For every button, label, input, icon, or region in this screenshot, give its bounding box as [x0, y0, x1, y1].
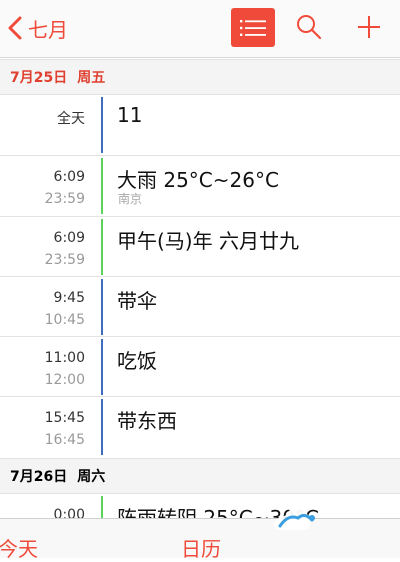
plus-icon	[358, 16, 380, 38]
event-title: 带东西	[117, 409, 177, 433]
event-start-time: 全天	[57, 111, 85, 127]
navigation-bar: 七月	[0, 0, 400, 58]
event-color-bar	[101, 279, 103, 335]
event-row[interactable]: 9:45 10:45 带伞	[0, 277, 400, 337]
bottom-toolbar: 今天 日历	[0, 518, 400, 561]
day-header-date: 7月26日	[10, 469, 68, 485]
event-color-bar	[101, 339, 103, 395]
event-row[interactable]: 11:00 12:00 吃饭	[0, 337, 400, 397]
day-header: 7月26日 周六	[0, 458, 400, 494]
event-title: 吃饭	[117, 349, 157, 373]
event-end-time: 10:45	[44, 312, 85, 328]
event-title: 大雨 25°C~26°C	[117, 168, 279, 192]
event-row[interactable]: 6:09 23:59 大雨 25°C~26°C 南京	[0, 156, 400, 216]
event-row[interactable]: 全天 11	[0, 95, 400, 155]
event-end-time: 12:00	[44, 372, 85, 388]
search-button[interactable]	[296, 14, 322, 44]
event-start-time: 6:09	[53, 169, 85, 185]
event-end-time: 23:59	[44, 252, 85, 268]
back-label: 七月	[28, 17, 68, 42]
day-header-weekday: 周六	[77, 469, 106, 485]
event-color-bar	[101, 158, 103, 214]
list-view-button[interactable]	[231, 8, 275, 47]
event-color-bar	[101, 219, 103, 275]
event-start-time: 15:45	[44, 410, 85, 426]
event-location: 南京	[118, 192, 143, 206]
event-color-bar	[101, 97, 103, 153]
event-end-time: 16:45	[44, 432, 85, 448]
day-header-date: 7月25日	[10, 70, 68, 86]
event-start-time: 6:09	[53, 230, 85, 246]
event-color-bar	[101, 399, 103, 455]
event-row[interactable]: 6:09 23:59 甲午(马)年 六月廿九	[0, 217, 400, 277]
event-end-time: 23:59	[44, 191, 85, 207]
cloud-icon	[274, 508, 315, 530]
event-title: 带伞	[117, 289, 157, 313]
event-start-time: 11:00	[44, 350, 85, 366]
back-button[interactable]: 七月	[8, 12, 68, 44]
event-title: 甲午(马)年 六月廿九	[117, 229, 299, 253]
search-icon	[297, 15, 322, 40]
day-header: 7月25日 周五	[0, 59, 400, 95]
chevron-left-icon	[8, 16, 22, 40]
event-row[interactable]: 15:45 16:45 带东西	[0, 397, 400, 457]
event-start-time: 9:45	[53, 290, 85, 306]
add-event-button[interactable]	[356, 14, 382, 44]
day-header-weekday: 周五	[77, 70, 106, 86]
list-icon	[240, 19, 266, 36]
event-title: 11	[117, 103, 143, 127]
